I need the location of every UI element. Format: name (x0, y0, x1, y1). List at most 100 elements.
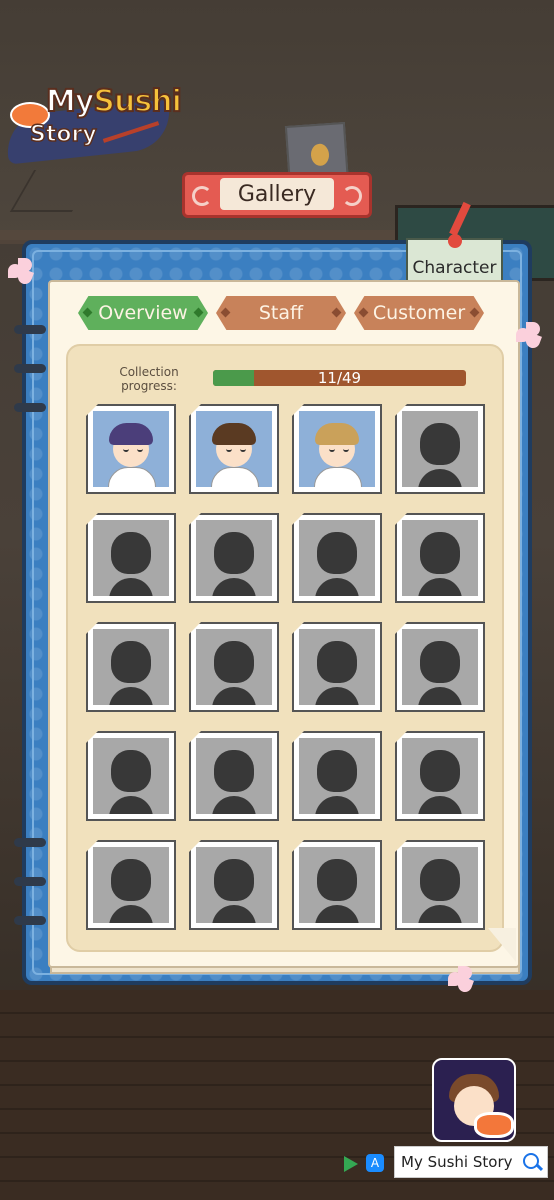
character-tag-label: Character (412, 258, 497, 278)
tab-dot-icon (220, 307, 231, 318)
portrait-frame (93, 520, 169, 596)
card-fold (86, 622, 98, 634)
character-card-locked[interactable] (395, 731, 485, 821)
silhouette-body (212, 796, 256, 814)
silhouette-head (420, 750, 460, 792)
character-card-locked[interactable] (395, 622, 485, 712)
tab-dot-icon (469, 307, 480, 318)
character-card-locked[interactable] (86, 622, 176, 712)
portrait-frame (93, 738, 169, 814)
portrait-frame (196, 411, 272, 487)
portrait-frame (299, 520, 375, 596)
ad-app-icon[interactable] (432, 1058, 516, 1142)
portrait-frame (196, 629, 272, 705)
ring (14, 403, 46, 412)
silhouette-head (420, 859, 460, 901)
portrait-frame (196, 520, 272, 596)
silhouette-body (109, 796, 153, 814)
card-fold (189, 840, 201, 852)
ring (14, 916, 46, 925)
character-shirt (211, 467, 259, 487)
ring (14, 364, 46, 373)
card-fold (292, 404, 304, 416)
character-card-cat-ear-boy[interactable] (292, 404, 382, 494)
logo-word-my: My (45, 83, 95, 120)
card-fold (292, 840, 304, 852)
silhouette-body (212, 905, 256, 923)
portrait-frame (402, 520, 478, 596)
character-card-locked[interactable] (395, 404, 485, 494)
tab-customer[interactable]: Customer (354, 296, 484, 330)
card-fold (189, 622, 201, 634)
sushi-icon (474, 1112, 514, 1138)
character-card-locked[interactable] (86, 840, 176, 930)
card-fold (395, 731, 407, 743)
silhouette-head (214, 859, 254, 901)
silhouette-body (315, 796, 359, 814)
silhouette-body (315, 905, 359, 923)
card-fold (292, 731, 304, 743)
character-grid (86, 404, 486, 934)
pin-icon (448, 234, 462, 248)
character-card-locked[interactable] (189, 622, 279, 712)
character-card-locked[interactable] (292, 840, 382, 930)
character-card-locked[interactable] (189, 731, 279, 821)
card-fold (395, 404, 407, 416)
silhouette-head (317, 641, 357, 683)
silhouette-head (317, 750, 357, 792)
character-card-locked[interactable] (292, 513, 382, 603)
silhouette-body (418, 905, 462, 923)
cherry-blossom-icon (8, 258, 38, 288)
character-card-locked[interactable] (86, 513, 176, 603)
portrait-frame (402, 738, 478, 814)
cherry-blossom-icon (516, 322, 546, 352)
silhouette-head (111, 532, 151, 574)
ad-search-bar[interactable]: My Sushi Story (394, 1146, 548, 1178)
ad-search-text: My Sushi Story (401, 1153, 513, 1171)
silhouette-head (420, 641, 460, 683)
portrait-frame (402, 629, 478, 705)
card-fold (189, 513, 201, 525)
tab-overview-label: Overview (98, 302, 188, 324)
silhouette-head (111, 750, 151, 792)
portrait-frame (93, 629, 169, 705)
page-curl (488, 928, 516, 962)
tab-character[interactable]: Character (406, 201, 503, 282)
silhouette-head (111, 641, 151, 683)
ring (14, 877, 46, 886)
swirl-icon (342, 186, 362, 206)
collection-progress-count: 11/49 (317, 369, 362, 387)
character-hair (212, 423, 256, 445)
character-card-locked[interactable] (395, 513, 485, 603)
silhouette-body (418, 687, 462, 705)
silhouette-head (111, 859, 151, 901)
card-fold (395, 513, 407, 525)
logo-line1: MySushi (45, 83, 183, 120)
tab-dot-icon (193, 307, 204, 318)
character-card-locked[interactable] (189, 840, 279, 930)
character-card-locked[interactable] (86, 731, 176, 821)
character-card-locked[interactable] (292, 731, 382, 821)
card-fold (86, 731, 98, 743)
character-card-chef-bandana[interactable] (86, 404, 176, 494)
portrait-frame (196, 738, 272, 814)
tab-overview[interactable]: Overview (78, 296, 208, 330)
silhouette-head (317, 859, 357, 901)
silhouette-body (212, 578, 256, 596)
silhouette-body (315, 687, 359, 705)
character-card-waitress-bun[interactable] (189, 404, 279, 494)
card-fold (189, 731, 201, 743)
character-hair (315, 423, 359, 445)
tab-staff[interactable]: Staff (216, 296, 346, 330)
silhouette-body (418, 796, 462, 814)
swirl-icon (192, 186, 212, 206)
character-card-locked[interactable] (292, 622, 382, 712)
portrait-frame (299, 411, 375, 487)
app-store-icon: A (366, 1154, 384, 1172)
character-hair (109, 423, 153, 445)
tab-dot-icon (358, 307, 369, 318)
character-card-locked[interactable] (189, 513, 279, 603)
character-card-locked[interactable] (395, 840, 485, 930)
character-shirt (108, 467, 156, 487)
store-badges[interactable]: A (344, 1154, 386, 1174)
